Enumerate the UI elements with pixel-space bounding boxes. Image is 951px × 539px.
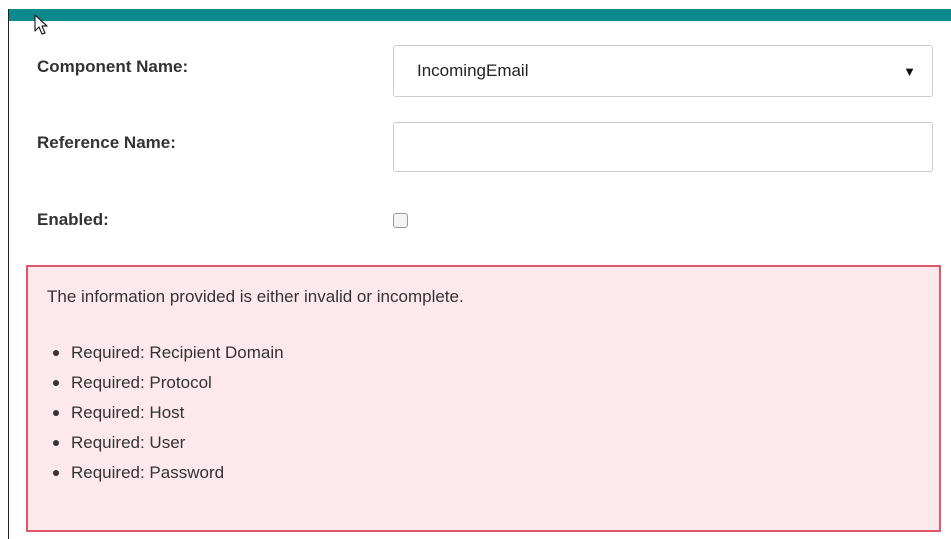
bullet-icon xyxy=(53,440,59,446)
list-item: Required: Recipient Domain xyxy=(47,343,284,373)
bullet-icon xyxy=(53,470,59,476)
list-item: Required: Host xyxy=(47,403,284,433)
error-item-text: Required: Recipient Domain xyxy=(71,343,284,362)
enabled-checkbox[interactable] xyxy=(393,213,408,228)
bullet-icon xyxy=(53,350,59,356)
header-band xyxy=(8,9,951,21)
bullet-icon xyxy=(53,410,59,416)
reference-name-label: Reference Name: xyxy=(37,133,176,152)
validation-error-panel: The information provided is either inval… xyxy=(26,265,941,532)
list-item: Required: Protocol xyxy=(47,373,284,403)
reference-name-input[interactable] xyxy=(393,122,933,172)
bullet-icon xyxy=(53,380,59,386)
caret-down-icon: ▼ xyxy=(903,63,916,79)
error-item-text: Required: User xyxy=(71,433,186,452)
component-name-label: Component Name: xyxy=(37,57,189,76)
error-item-text: Required: Host xyxy=(71,403,185,422)
enabled-label: Enabled: xyxy=(37,210,109,229)
list-item: Required: Password xyxy=(47,463,284,493)
mouse-pointer-icon xyxy=(34,14,48,35)
left-border xyxy=(8,9,9,539)
component-name-select[interactable]: IncomingEmail ▼ xyxy=(393,45,933,97)
error-message: The information provided is either inval… xyxy=(47,287,464,306)
error-item-text: Required: Protocol xyxy=(71,373,212,392)
error-item-text: Required: Password xyxy=(71,463,225,482)
list-item: Required: User xyxy=(47,433,284,463)
error-list: Required: Recipient Domain Required: Pro… xyxy=(47,343,284,493)
component-name-value: IncomingEmail xyxy=(417,61,529,80)
